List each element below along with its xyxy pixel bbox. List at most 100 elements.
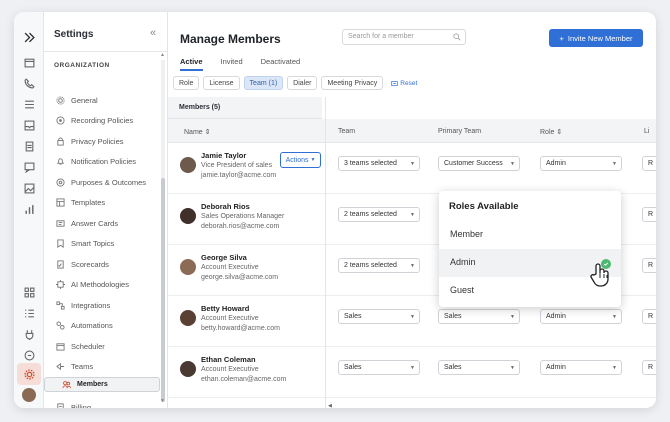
calendar-icon[interactable] <box>21 54 37 70</box>
sidebar-item-notification-policies[interactable]: Notification Policies <box>44 152 160 172</box>
scrollbar-thumb[interactable] <box>161 178 165 402</box>
collapse-sidebar-icon[interactable]: « <box>150 27 156 39</box>
team-select[interactable]: 2 teams selected ▼ <box>338 258 420 273</box>
filter-license[interactable]: License <box>203 76 240 90</box>
role-label: Guest <box>450 285 475 295</box>
sidebar-item-privacy-policies[interactable]: Privacy Policies <box>44 131 160 151</box>
filter-team[interactable]: Team (1) <box>243 76 284 90</box>
sidebar-item-label: Teams <box>71 362 94 371</box>
member-title: Account Executive <box>201 366 259 373</box>
sidebar-scrollbar[interactable] <box>161 60 165 402</box>
teams-icon <box>55 362 65 372</box>
team-select[interactable]: Sales ▼ <box>338 309 420 324</box>
filter-bar: Role License Team (1) Dialer Meeting Pri… <box>173 76 417 90</box>
settings-icon[interactable] <box>17 363 41 385</box>
sidebar-item-teams[interactable]: Teams <box>44 357 160 377</box>
filter-meeting-privacy[interactable]: Meeting Privacy <box>321 76 384 90</box>
phone-icon[interactable] <box>21 75 37 91</box>
license-select[interactable]: R <box>642 309 656 324</box>
tasks-icon[interactable] <box>21 305 37 321</box>
document-icon[interactable] <box>21 138 37 154</box>
member-name[interactable]: Deborah Rios <box>201 202 250 211</box>
sidebar-item-answer-cards[interactable]: Answer Cards <box>44 213 160 233</box>
sidebar-item-billing[interactable]: Billing <box>44 398 160 408</box>
primary-team-select[interactable]: Sales ▼ <box>438 360 520 375</box>
avatar <box>180 361 196 377</box>
sidebar-item-templates[interactable]: Templates <box>44 193 160 213</box>
scroll-up-icon[interactable]: ▲ <box>160 52 165 58</box>
team-select[interactable]: 3 teams selected ▼ <box>338 156 420 171</box>
settings-sidebar: Settings « ORGANIZATION General Recording… <box>44 12 168 408</box>
col-role[interactable]: Role ⇕ <box>540 128 562 136</box>
primary-team-select[interactable]: Customer Success ▼ <box>438 156 520 171</box>
filter-dialer[interactable]: Dialer <box>287 76 318 90</box>
sidebar-item-label: Automations <box>71 321 113 330</box>
plug-icon[interactable] <box>21 326 37 342</box>
tab-invited[interactable]: Invited <box>221 57 243 71</box>
member-name[interactable]: Jamie Taylor <box>201 151 246 160</box>
sidebar-item-purposes-outcomes[interactable]: Purposes & Outcomes <box>44 172 160 192</box>
chat-icon[interactable] <box>21 159 37 175</box>
roles-dropdown: Roles Available Member Admin Guest <box>439 191 621 307</box>
sidebar-item-scheduler[interactable]: Scheduler <box>44 336 160 356</box>
reset-button[interactable]: Reset <box>391 80 417 87</box>
table-row[interactable]: Ethan Coleman Account Executive ethan.cole… <box>168 347 656 398</box>
member-name[interactable]: Ethan Coleman <box>201 355 256 364</box>
search-input[interactable]: Search for a member <box>342 29 466 45</box>
actions-button[interactable]: Actions ▼ <box>280 152 321 168</box>
team-select[interactable]: 2 teams selected ▼ <box>338 207 420 222</box>
automation-icon <box>55 321 65 331</box>
invite-label: Invite New Member <box>567 33 633 43</box>
avatar <box>180 310 196 326</box>
filter-role[interactable]: Role <box>173 76 200 90</box>
license-select[interactable]: R <box>642 258 656 273</box>
sidebar-item-label: Scheduler <box>71 341 105 351</box>
member-title: Vice President of sales <box>201 162 273 169</box>
user-avatar[interactable] <box>22 388 36 402</box>
role-select[interactable]: Admin ▼ <box>540 360 622 375</box>
image-icon[interactable] <box>21 180 37 196</box>
list-icon[interactable] <box>21 96 37 112</box>
apps-icon[interactable] <box>21 284 37 300</box>
team-select[interactable]: Sales ▼ <box>338 360 420 375</box>
primary-team-select[interactable]: Sales ▼ <box>438 309 520 324</box>
col-name[interactable]: Name ⇕ <box>184 128 210 136</box>
caret-down-icon: ▼ <box>410 263 415 269</box>
member-email: george.silva@acme.com <box>201 274 279 281</box>
inbox-icon[interactable] <box>21 117 37 133</box>
scroll-down-icon[interactable]: ▼ <box>160 398 165 404</box>
license-value: R <box>648 160 654 167</box>
role-option-member[interactable]: Member <box>439 221 621 249</box>
member-name[interactable]: Betty Howard <box>201 304 249 313</box>
license-select[interactable]: R <box>642 360 656 375</box>
sidebar-item-label: General <box>71 95 98 105</box>
sidebar-item-label: AI Methodologies <box>71 280 129 289</box>
sidebar-item-ai-methodologies[interactable]: AI Methodologies <box>44 275 160 295</box>
role-select[interactable]: Admin ▼ <box>540 309 622 324</box>
license-select[interactable]: R <box>642 207 656 222</box>
tab-deactivated[interactable]: Deactivated <box>261 57 301 71</box>
tab-active[interactable]: Active <box>180 57 203 71</box>
members-icon <box>61 380 71 390</box>
invite-new-member-button[interactable]: + Invite New Member <box>549 29 643 47</box>
sidebar-item-members[interactable]: Members <box>44 377 160 392</box>
help-icon[interactable] <box>21 347 37 363</box>
expand-icon[interactable] <box>21 29 37 45</box>
license-select[interactable]: R <box>642 156 656 171</box>
sidebar-item-smart-topics[interactable]: Smart Topics <box>44 234 160 254</box>
sidebar-item-recording-policies[interactable]: Recording Policies <box>44 111 160 131</box>
sidebar-item-automations[interactable]: Automations <box>44 316 160 336</box>
scorecard-icon <box>55 259 65 269</box>
member-name[interactable]: George Silva <box>201 253 247 262</box>
sidebar-item-general[interactable]: General <box>44 90 160 110</box>
table-row[interactable]: Jamie Taylor Vice President of sales jamie… <box>168 143 656 194</box>
template-icon <box>55 198 65 208</box>
sidebar-item-label: Integrations <box>71 300 111 310</box>
sidebar-item-integrations[interactable]: Integrations <box>44 295 160 315</box>
caret-down-icon: ▼ <box>410 161 415 167</box>
role-select[interactable]: Admin ▼ <box>540 156 622 171</box>
analytics-icon[interactable] <box>21 201 37 217</box>
sidebar-item-label: Privacy Policies <box>71 136 124 146</box>
scroll-left-icon[interactable]: ◀ <box>328 403 332 408</box>
sidebar-item-scorecards[interactable]: Scorecards <box>44 254 160 274</box>
